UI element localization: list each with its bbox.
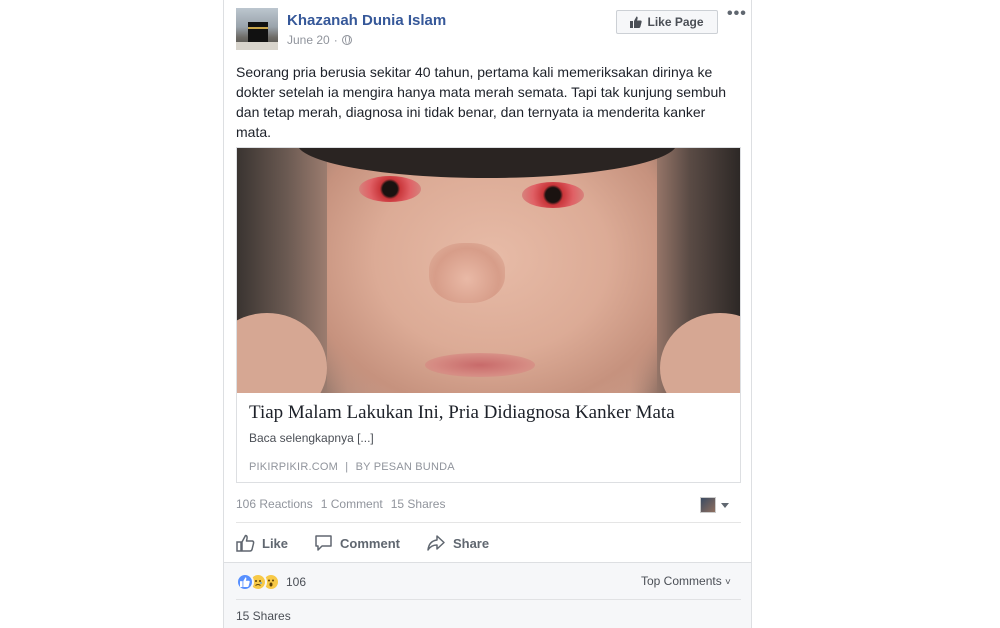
- reactions-count[interactable]: 106 Reactions: [236, 497, 313, 511]
- post-stats: 106 Reactions 1 Comment 15 Shares: [236, 497, 445, 511]
- link-byline: BY PESAN BUNDA: [355, 461, 455, 473]
- thumbs-up-icon: [630, 16, 643, 28]
- share-label: Share: [452, 535, 490, 551]
- link-description: Baca selengkapnya [...]: [249, 431, 374, 445]
- share-icon: [426, 534, 446, 552]
- share-button[interactable]: Share: [426, 532, 489, 554]
- reaction-total: 106: [286, 575, 307, 589]
- source-separator: |: [345, 461, 349, 473]
- thumbs-up-icon: [236, 534, 255, 552]
- like-reaction-icon: [236, 573, 254, 591]
- post-text: Seorang pria berusia sekitar 40 tahun, p…: [236, 64, 727, 140]
- user-avatar: [700, 497, 716, 513]
- like-page-button[interactable]: Like Page: [616, 10, 718, 34]
- post-meta: June 20 ·: [287, 33, 352, 47]
- post-date[interactable]: June 20: [287, 33, 330, 47]
- comment-button[interactable]: Comment: [314, 532, 400, 554]
- caret-down-icon: [721, 502, 729, 508]
- link-source-line: PIKIRPIKIR.COM | BY PESAN BUNDA: [249, 461, 455, 473]
- reactions-summary[interactable]: 106: [236, 573, 306, 591]
- meta-separator: ·: [333, 33, 338, 47]
- comments-count[interactable]: 1 Comment: [321, 497, 383, 511]
- like-label: Like: [262, 535, 289, 551]
- link-source: PIKIRPIKIR.COM: [249, 461, 338, 473]
- comments-area: 106 Top Comments ˅ 15 Shares: [224, 562, 751, 628]
- post-card: Khazanah Dunia Islam June 20 · Like Page…: [223, 0, 752, 628]
- comment-label: Comment: [340, 535, 400, 551]
- link-preview[interactable]: Tiap Malam Lakukan Ini, Pria Didiagnosa …: [236, 147, 741, 483]
- top-comments-dropdown[interactable]: Top Comments ˅: [641, 574, 731, 588]
- divider: [236, 599, 741, 600]
- shares-link[interactable]: 15 Shares: [236, 609, 291, 623]
- globe-icon[interactable]: [341, 35, 352, 45]
- chevron-down-icon: ˅: [725, 577, 731, 588]
- kaaba-image: [248, 22, 268, 42]
- comment-icon: [314, 534, 333, 552]
- like-button[interactable]: Like: [236, 532, 288, 554]
- top-comments-label: Top Comments: [641, 574, 722, 588]
- page-name-link[interactable]: Khazanah Dunia Islam: [287, 12, 446, 29]
- post-as-selector[interactable]: [700, 497, 729, 513]
- shares-count[interactable]: 15 Shares: [391, 497, 446, 511]
- link-title[interactable]: Tiap Malam Lakukan Ini, Pria Didiagnosa …: [249, 402, 733, 424]
- link-preview-image[interactable]: [237, 148, 740, 393]
- like-page-label: Like Page: [647, 15, 704, 29]
- more-options-icon[interactable]: •••: [727, 6, 747, 24]
- action-bar: Like Comment Share: [236, 532, 489, 554]
- divider: [236, 522, 741, 523]
- page-avatar[interactable]: [236, 8, 278, 50]
